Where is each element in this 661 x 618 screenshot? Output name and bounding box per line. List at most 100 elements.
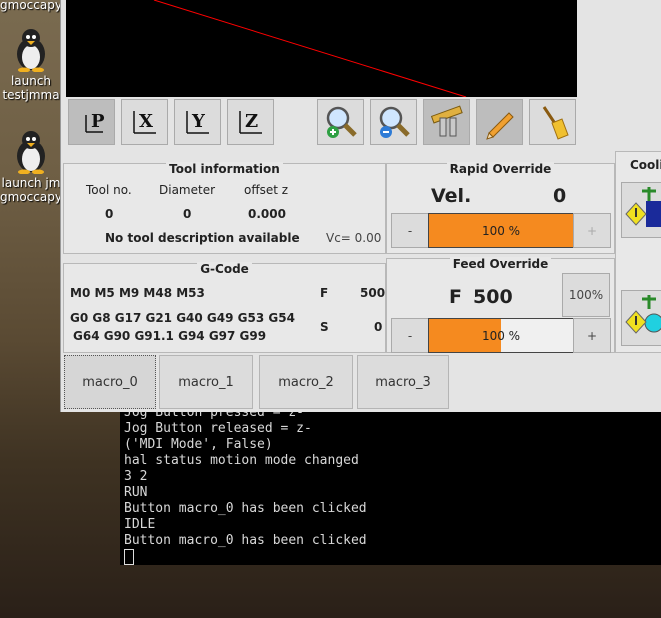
macro-label: macro_3 [375,374,431,390]
svg-text:X: X [139,111,153,132]
feed-label: F [320,286,329,300]
plus-label: + [586,223,598,238]
desktop-icon-launch-testjmma[interactable]: launch testjmma [0,26,62,102]
macro-label: macro_2 [278,374,334,390]
mist-coolant-button[interactable] [621,290,661,346]
view-p-button[interactable]: P [68,99,115,145]
terminal-window[interactable]: Jog Button pressed = z- Jog Button relea… [120,395,661,565]
rapid-override-title: Rapid Override [387,162,614,176]
feed-override-title: Feed Override [387,257,614,271]
macro-label: macro_0 [82,374,138,390]
feed-decrease-button[interactable]: - [391,318,429,353]
terminal-line: Button macro_0 has been clicked [124,533,367,548]
cooling-title: Coolin [630,158,661,172]
flood-coolant-button[interactable] [621,182,661,238]
gmoccapy-window: P X Y Z Tool information Tool no. Diamet… [60,0,661,412]
tool-no-value: 0 [105,207,114,221]
feed-increase-button[interactable]: + [573,318,611,353]
feed-override-panel: Feed Override F 500 100% - 100 % + [386,257,615,353]
reset-label: 100% [568,288,604,302]
plus-label: + [586,328,598,343]
zoom-in-button[interactable] [317,99,364,145]
terminal-line: 3 2 [124,469,148,484]
desktop-icon-label-2: gmoccapy [0,190,62,204]
view-x-icon: X [132,111,156,134]
terminal-line: hal status motion mode changed [124,453,359,468]
toolpath-preview [153,0,467,97]
desktop-icon-label: gmoccapy [0,0,62,12]
velocity-value: 0 [553,185,567,207]
cooling-panel: Coolin [615,151,661,353]
offset-z-value: 0.000 [248,207,286,221]
edit-button[interactable] [476,99,523,145]
mist-valve-icon [625,295,661,334]
macro-1-button[interactable]: macro_1 [159,355,253,409]
desktop-icon-label-2: testjmma [2,88,60,102]
measure-tool-button[interactable] [423,99,470,145]
terminal-line: RUN [124,485,148,500]
gcode-title: G-Code [64,262,385,276]
pencil-icon [485,112,514,140]
macro-label: macro_1 [178,374,234,390]
desktop-icon-launch-gmoccapy[interactable]: launch jm gmoccapy [0,128,62,204]
zoom-out-icon [379,106,410,138]
preview-viewport[interactable] [66,0,577,97]
active-gcodes-line2: G64 G90 G91.1 G94 G97 G99 [73,329,267,343]
desktop-icon-label-1: launch jm [1,176,61,190]
view-z-button[interactable]: Z [227,99,274,145]
penguin-icon [17,131,45,174]
toolpath-line [153,0,467,97]
svg-text:P: P [91,111,105,132]
terminal-line: ('MDI Mode', False) [124,437,273,452]
terminal-line: IDLE [124,517,156,532]
broom-icon [542,106,569,140]
view-p-icon: P [84,111,105,133]
feed-reset-button[interactable]: 100% [562,273,610,317]
rapid-override-percent: 100 % [481,223,521,238]
feed-override-f-value: 500 [473,286,513,308]
terminal-line: Button macro_0 has been clicked [124,501,367,516]
tool-info-panel: Tool information Tool no. Diameter offse… [63,162,386,254]
tool-description: No tool description available [105,231,300,245]
desktop-icon-label-1: launch [10,74,52,88]
velocity-label: Vel. [431,185,472,207]
active-gcodes-line1: G0 G8 G17 G21 G40 G49 G53 G54 [70,311,295,325]
gcode-panel: G-Code M0 M5 M9 M48 M53 F 500 G0 G8 G17 … [63,262,386,353]
tool-info-title: Tool information [64,162,385,176]
macro-2-button[interactable]: macro_2 [259,355,353,409]
view-y-icon: Y [185,111,209,134]
spindle-label: S [320,320,329,334]
terminal-line: Jog Button released = z- [124,421,312,436]
feed-override-slider[interactable]: 100 % [428,318,574,353]
zoom-out-button[interactable] [370,99,417,145]
rapid-decrease-button[interactable]: - [391,213,429,248]
minus-label: - [407,328,413,343]
diameter-value: 0 [183,207,192,221]
caliper-icon [430,105,463,137]
tool-no-header: Tool no. [86,183,132,197]
svg-text:Y: Y [191,111,206,132]
offset-z-header: offset z [244,183,289,197]
spindle-value: 0 [374,320,383,334]
macro-3-button[interactable]: macro_3 [357,355,449,409]
rapid-override-slider[interactable]: 100 % [428,213,574,248]
macro-0-button[interactable]: macro_0 [64,355,156,409]
cutting-speed: Vc= 0.00 [326,231,382,245]
feed-override-percent: 100 % [481,328,521,343]
minus-label: - [407,223,413,238]
diameter-header: Diameter [159,183,216,197]
view-z-icon: Z [238,111,262,134]
clear-preview-button[interactable] [529,99,576,145]
svg-text:Z: Z [245,111,258,132]
rapid-increase-button[interactable]: + [573,213,611,248]
view-x-button[interactable]: X [121,99,168,145]
feed-override-f-label: F [449,286,462,308]
coolant-valve-icon [625,187,661,227]
view-y-button[interactable]: Y [174,99,221,145]
rapid-override-panel: Rapid Override Vel. 0 - 100 % + [386,162,615,254]
terminal-cursor [124,549,134,565]
terminal-prompt[interactable] [124,549,661,565]
desktop-icon-gmoccapy-top[interactable]: gmoccapy [0,0,62,12]
active-mcodes: M0 M5 M9 M48 M53 [70,286,205,300]
penguin-icon [17,29,45,72]
